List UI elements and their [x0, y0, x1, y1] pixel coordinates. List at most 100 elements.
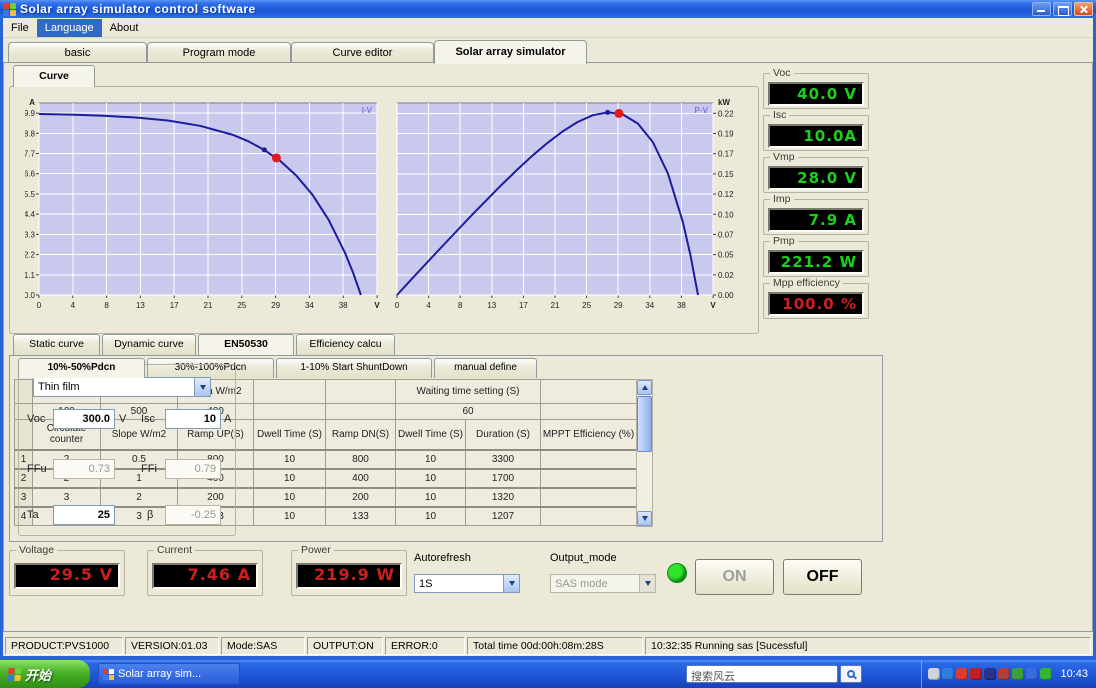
scroll-down-icon[interactable] [637, 511, 652, 526]
mpp-point [261, 147, 267, 153]
svg-text:0.17: 0.17 [718, 150, 734, 159]
svg-text:0.0: 0.0 [25, 291, 36, 300]
measurement-vmp: Vmp 28.0 V [763, 151, 869, 193]
ffu-label: FFu [27, 463, 47, 475]
measurement-label: Voc [770, 67, 794, 79]
pv-chart: 0.22 0.19 0.17 0.15 0.12 0.10 0.07 0.05 0.02 0.00… [391, 95, 743, 327]
output-display-voltage: Voltage 29.5 V [9, 544, 125, 596]
column-header: Dwell Time (S) [395, 419, 466, 450]
tab-1-10-start-shutdown[interactable]: 1-10% Start ShuntDown [276, 358, 432, 378]
svg-text:0.22: 0.22 [718, 109, 734, 118]
column-header: MPPT Efficiency (%) [540, 419, 637, 450]
autorefresh-select[interactable]: 1S [414, 574, 520, 593]
scroll-up-icon[interactable] [637, 380, 652, 395]
measurement-imp: Imp 7.9 A [763, 193, 869, 235]
svg-text:13: 13 [487, 301, 496, 310]
screen: Solar array simulator control software F… [0, 0, 1096, 688]
svg-text:4: 4 [426, 301, 431, 310]
output-mode-select: SAS mode [550, 574, 656, 593]
output-display-label: Power [298, 544, 334, 556]
maximize-button[interactable] [1053, 2, 1072, 16]
output-mode-value: SAS mode [555, 577, 608, 590]
scrollbar-thumb[interactable] [637, 396, 652, 452]
svg-text:17: 17 [170, 301, 179, 310]
tab-basic[interactable]: basic [8, 42, 147, 63]
en50530-sub-tab-strip: 10%-50%Pdcn 30%-100%Pdcn 1-10% Start Shu… [10, 358, 710, 378]
svg-text:0: 0 [37, 301, 42, 310]
preset-select[interactable]: Thin film [33, 377, 211, 397]
menu-language[interactable]: Language [36, 18, 102, 37]
ffi-input [165, 459, 221, 479]
window-title: Solar array simulator control software [20, 2, 256, 16]
svg-text:0.19: 0.19 [718, 130, 734, 139]
svg-text:0.00: 0.00 [718, 291, 734, 300]
svg-text:1.1: 1.1 [25, 271, 36, 280]
security-alert-icon[interactable] [956, 668, 969, 680]
shield-green-icon[interactable] [1040, 668, 1053, 680]
ffi-label: FFi [141, 463, 157, 475]
tab-program-mode[interactable]: Program mode [147, 42, 291, 63]
status-total-time: Total time 00d:00h:08m:28S [467, 637, 643, 655]
svg-text:I-V: I-V [362, 106, 373, 115]
tab-en50530[interactable]: EN50530 [198, 334, 294, 355]
isc-input[interactable] [165, 409, 221, 429]
tab-solar-array-simulator[interactable]: Solar array simulator [434, 40, 587, 64]
status-output: OUTPUT:ON [307, 637, 383, 655]
status-running-message: 10:32:35 Running sas [Sucessful] [645, 637, 1091, 655]
messenger-icon[interactable] [984, 668, 997, 680]
network-icon[interactable] [1012, 668, 1025, 680]
tab-10-50-pdcn[interactable]: 10%-50%Pdcn [18, 358, 145, 378]
svg-text:6.6: 6.6 [25, 170, 36, 179]
measurement-label: Mpp efficiency [770, 277, 843, 289]
output-display-value: 219.9 W [296, 563, 402, 589]
menu-file[interactable]: File [3, 19, 37, 37]
measurement-value: 10.0A [768, 124, 864, 148]
ime-icon[interactable] [942, 668, 955, 680]
svg-text:17: 17 [519, 301, 528, 310]
svg-text:8.8: 8.8 [25, 129, 36, 138]
measurement-isc: Isc 10.0A [763, 109, 869, 151]
output-display-value: 29.5 V [14, 563, 120, 589]
measurement-value: 100.0 % [768, 292, 864, 316]
volume-icon[interactable] [928, 668, 941, 680]
tab-curve[interactable]: Curve [13, 65, 95, 87]
tab-dynamic-curve[interactable]: Dynamic curve [102, 334, 196, 355]
chevron-down-icon [503, 575, 519, 592]
taskbar-clock: 10:43 [1060, 668, 1088, 680]
chevron-down-icon [194, 378, 210, 396]
svg-text:4.4: 4.4 [25, 210, 36, 219]
tab-curve-editor[interactable]: Curve editor [291, 42, 434, 63]
temperature-label: Ta [27, 509, 39, 521]
output-display-label: Voltage [16, 544, 58, 556]
output-display-value: 7.46 A [152, 563, 258, 589]
operating-point [271, 153, 281, 163]
off-button[interactable]: OFF [783, 559, 862, 595]
temperature-input[interactable] [53, 505, 115, 525]
tab-static-curve[interactable]: Static curve [13, 334, 100, 355]
search-input[interactable]: 搜索风云 [686, 665, 838, 683]
iv-chart: 9.9 8.8 7.7 6.6 5.5 4.4 3.3 2.2 1.1 0.0 0 4 8 13 17 21 2… [24, 95, 385, 327]
table-scrollbar[interactable] [636, 379, 653, 527]
tab-efficiency-calcu[interactable]: Efficiency calcu [296, 334, 395, 355]
tab-manual-define[interactable]: manual define [434, 358, 537, 378]
search-button[interactable] [840, 665, 862, 683]
svg-text:0.12: 0.12 [718, 190, 734, 199]
minimize-button[interactable] [1032, 2, 1051, 16]
voc-input[interactable] [53, 409, 115, 429]
svg-text:0.02: 0.02 [718, 271, 734, 280]
svg-text:0.07: 0.07 [718, 230, 734, 239]
preset-value: Thin film [38, 381, 80, 393]
on-button[interactable]: ON [695, 559, 774, 595]
isc-unit: A [224, 413, 232, 425]
close-button[interactable] [1074, 2, 1093, 16]
taskbar-item-solar-array[interactable]: Solar array sim... [98, 663, 240, 685]
update-icon[interactable] [998, 668, 1011, 680]
start-button[interactable]: 开始 [0, 660, 90, 688]
solar-array-simulator-page: Curve 9.9 8.8 7.7 6.6 5.5 4.4 3.3 2.2 1.1 0.0 0 4 8 1… [3, 62, 1093, 632]
menu-about[interactable]: About [102, 19, 147, 37]
shield-blue-icon[interactable] [1026, 668, 1039, 680]
beta-label: β [147, 509, 154, 521]
measurement-value: 221.2 W [768, 250, 864, 274]
download-icon[interactable] [970, 668, 983, 680]
measurements-panel: Voc 40.0 V Isc 10.0A Vmp 28.0 V Imp 7.9 A Pmp 221… [763, 67, 869, 325]
